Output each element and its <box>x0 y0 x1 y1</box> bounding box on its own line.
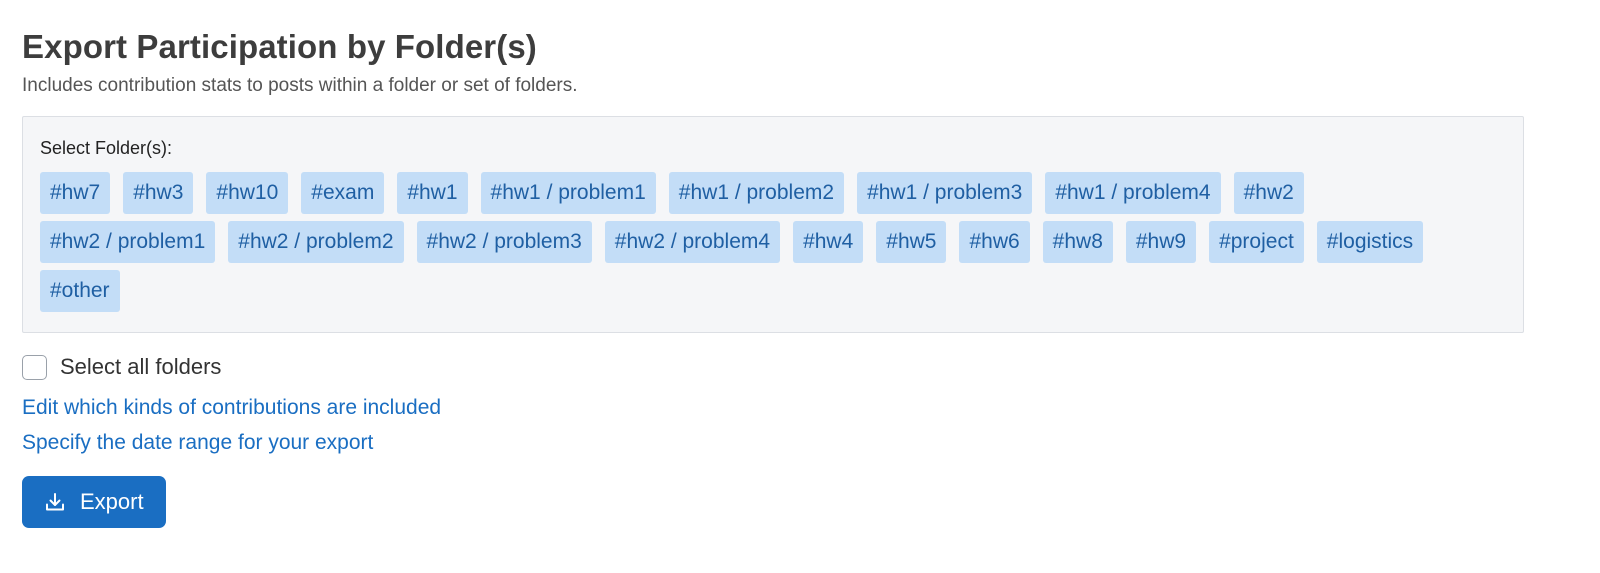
folder-tag[interactable]: #hw9 <box>1125 221 1197 263</box>
folder-tag[interactable]: #hw2 <box>1233 172 1304 214</box>
folder-tag[interactable]: #hw8 <box>1042 221 1113 263</box>
folder-tag[interactable]: #other <box>40 270 120 312</box>
edit-contributions-link[interactable]: Edit which kinds of contributions are in… <box>22 395 1542 421</box>
folder-tag[interactable]: #hw1 / problem3 <box>857 172 1033 214</box>
folder-tag[interactable]: #hw2 / problem1 <box>40 221 216 263</box>
folder-tag[interactable]: #hw2 / problem4 <box>604 221 781 263</box>
folder-tag[interactable]: #hw1 / problem4 <box>1045 172 1221 214</box>
date-range-link[interactable]: Specify the date range for your export <box>22 430 1542 456</box>
folder-tag[interactable]: #hw1 <box>397 172 468 214</box>
page-title: Export Participation by Folder(s) <box>22 28 537 65</box>
folder-tag[interactable]: #hw7 <box>40 172 111 214</box>
folder-tag[interactable]: #hw6 <box>959 221 1030 263</box>
folder-tag[interactable]: #exam <box>301 172 385 214</box>
select-all-label[interactable]: Select all folders <box>60 354 221 380</box>
folder-tag[interactable]: #hw5 <box>876 221 947 263</box>
select-all-checkbox[interactable] <box>22 354 47 380</box>
folder-select-label: Select Folder(s): <box>40 138 173 158</box>
folder-selection-panel: Select Folder(s): #hw7 #hw3 #hw10 #exam … <box>22 116 1524 333</box>
export-button-label: Export <box>80 489 144 514</box>
folder-tag[interactable]: #hw3 <box>123 172 194 214</box>
export-participation-page: Export Participation by Folder(s) Includ… <box>0 0 1542 528</box>
folder-tag-list: #hw7 #hw3 #hw10 #exam #hw1 #hw1 / proble… <box>40 172 1480 312</box>
download-icon <box>44 491 66 513</box>
page-subtitle: Includes contribution stats to posts wit… <box>22 75 578 96</box>
folder-tag[interactable]: #hw1 / problem1 <box>480 172 656 214</box>
folder-tag[interactable]: #hw10 <box>206 172 289 214</box>
folder-tag[interactable]: #hw2 / problem3 <box>416 221 592 263</box>
export-button[interactable]: Export <box>22 476 166 528</box>
select-all-folders-row[interactable]: Select all folders <box>22 353 1542 381</box>
folder-tag[interactable]: #logistics <box>1316 221 1424 263</box>
folder-tag[interactable]: #project <box>1209 221 1304 263</box>
folder-tag[interactable]: #hw1 / problem2 <box>668 172 845 214</box>
folder-tag[interactable]: #hw2 / problem2 <box>228 221 404 263</box>
folder-tag[interactable]: #hw4 <box>793 221 864 263</box>
